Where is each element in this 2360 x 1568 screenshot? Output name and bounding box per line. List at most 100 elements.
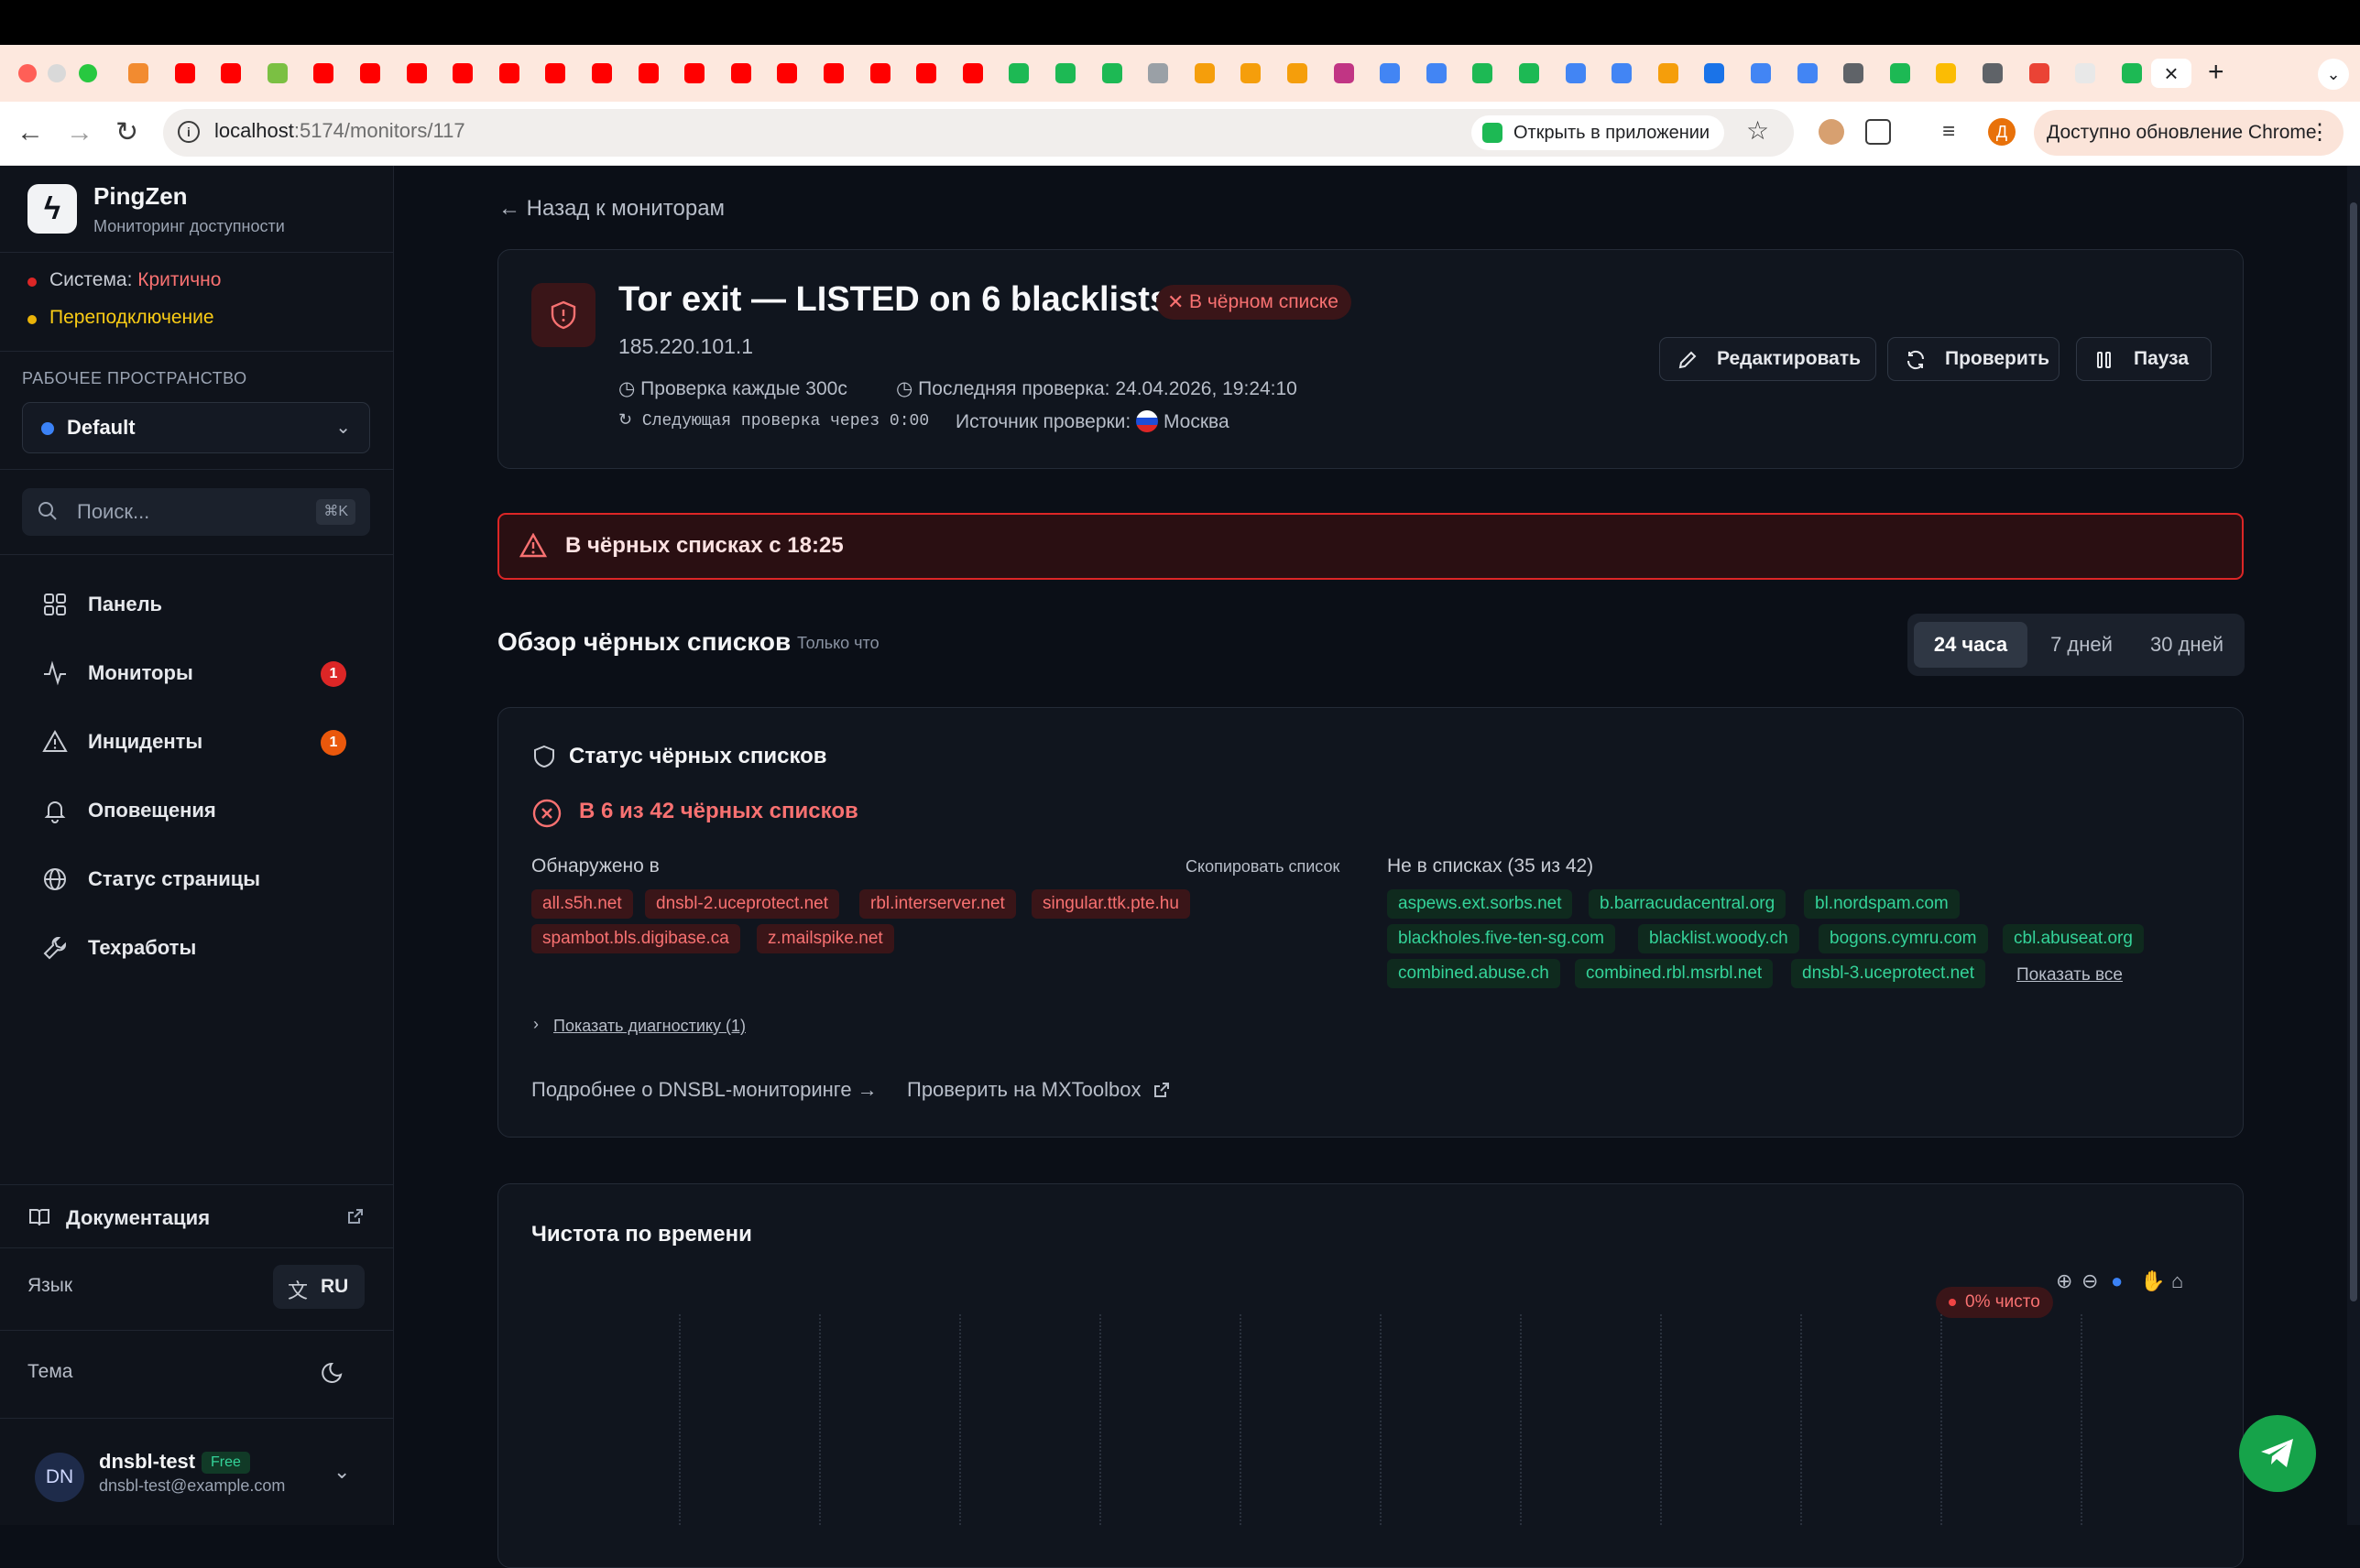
tab-favicon[interactable] [1333, 63, 1354, 83]
pause-button[interactable]: Пауза [2076, 337, 2212, 381]
mxtoolbox-link[interactable]: Проверить на MXToolbox [907, 1078, 1171, 1102]
extension-icon[interactable] [1819, 119, 1844, 145]
workspace-label: РАБОЧЕЕ ПРОСТРАНСТВО [22, 369, 247, 387]
tab-favicon[interactable] [592, 63, 612, 83]
window-close-icon[interactable] [18, 64, 37, 82]
tab-favicon[interactable] [1472, 63, 1493, 83]
tab-favicon[interactable] [1983, 63, 2003, 83]
nav-incidents[interactable]: Инциденты 1 [27, 716, 366, 768]
tab-favicon[interactable] [406, 63, 427, 83]
dnsbl-learn-more-link[interactable]: Подробнее о DNSBL-мониторинге → [531, 1078, 878, 1102]
nav-monitors[interactable]: Мониторы 1 [27, 648, 366, 699]
tab-favicon[interactable] [1009, 63, 1030, 83]
tab-favicon[interactable] [824, 63, 844, 83]
tab-favicon[interactable] [1751, 63, 1771, 83]
user-email: dnsbl-test@example.com [99, 1476, 286, 1495]
language-button[interactable]: 文 RU [273, 1265, 365, 1309]
tab-favicon[interactable] [1380, 63, 1401, 83]
tab-favicon[interactable] [2121, 63, 2142, 83]
search-input[interactable]: Поиск... ⌘K [22, 488, 370, 536]
back-link[interactable]: ← Назад к мониторам [498, 196, 725, 222]
back-icon[interactable]: ← [16, 116, 44, 149]
site-info-icon[interactable]: i [178, 121, 200, 143]
range-7d[interactable]: 7 дней [2033, 622, 2130, 668]
tab-favicon[interactable] [1843, 63, 1864, 83]
incidents-badge: 1 [321, 730, 346, 756]
tab-favicon[interactable] [267, 63, 288, 83]
not-listed-label: Не в списках (35 из 42) [1387, 855, 1594, 877]
check-button[interactable]: Проверить [1887, 337, 2060, 381]
copy-list-button[interactable]: Скопировать список [1185, 857, 1339, 877]
tab-favicon[interactable] [730, 63, 751, 83]
tab-favicon[interactable] [360, 63, 380, 83]
chevron-right-icon[interactable]: › [533, 1015, 539, 1034]
tab-favicon[interactable] [174, 63, 195, 83]
pan-hand-icon[interactable]: ✋ [2140, 1269, 2165, 1293]
tab-favicon[interactable] [221, 63, 242, 83]
extensions-puzzle-icon[interactable] [1865, 119, 1891, 145]
tab-favicon[interactable] [2028, 63, 2049, 83]
nav-notifications[interactable]: Оповещения [27, 785, 366, 836]
tab-favicon[interactable] [1055, 63, 1076, 83]
tab-favicon[interactable] [1612, 63, 1633, 83]
tab-favicon[interactable] [1194, 63, 1215, 83]
chevron-down-icon[interactable]: ⌄ [333, 1460, 350, 1484]
tab-favicon[interactable] [498, 63, 519, 83]
show-diagnostics-link[interactable]: Показать диагностику (1) [553, 1017, 746, 1036]
reset-home-icon[interactable]: ⌂ [2171, 1269, 2183, 1293]
window-maximize-icon[interactable] [79, 64, 97, 82]
telegram-chat-button[interactable] [2239, 1415, 2316, 1492]
show-all-link[interactable]: Показать все [2016, 965, 2123, 985]
tab-favicon[interactable] [1287, 63, 1307, 83]
tab-favicon[interactable] [1797, 63, 1818, 83]
forward-icon[interactable]: → [66, 116, 93, 149]
nav-status-page[interactable]: Статус страницы [27, 854, 366, 905]
bookmark-star-icon[interactable]: ☆ [1746, 115, 1769, 146]
tab-favicon[interactable] [545, 63, 566, 83]
open-in-app-button[interactable]: Открыть в приложении [1471, 115, 1725, 150]
window-minimize-icon[interactable] [48, 64, 66, 82]
blacklist-alert: В чёрных списках с 18:25 [497, 513, 2244, 580]
tab-favicon[interactable] [1426, 63, 1447, 83]
zoom-out-icon[interactable]: ⊖ [2081, 1269, 2098, 1293]
tab-favicon[interactable] [1889, 63, 1910, 83]
tab-favicon[interactable] [453, 63, 474, 83]
tab-favicon[interactable] [1565, 63, 1586, 83]
moon-icon[interactable] [321, 1358, 348, 1386]
tab-favicon[interactable] [1240, 63, 1262, 83]
tab-favicon[interactable] [128, 63, 148, 83]
tab-favicon[interactable] [916, 63, 937, 83]
tab-favicon[interactable] [313, 63, 334, 83]
tab-favicon[interactable] [1101, 63, 1122, 83]
profile-avatar[interactable]: Д [1988, 118, 2016, 146]
media-controls-icon[interactable]: ≡ [1942, 119, 1968, 145]
nav-maintenance[interactable]: Техработы [27, 922, 366, 974]
url-text[interactable]: localhost:5174/monitors/117 [214, 119, 465, 143]
reload-icon[interactable]: ↻ [115, 116, 138, 149]
zoom-in-icon[interactable]: ⊕ [2056, 1269, 2072, 1293]
workspace-select[interactable]: Default ⌄ [22, 402, 370, 453]
tab-favicon[interactable] [638, 63, 659, 83]
tab-favicon[interactable] [1148, 63, 1169, 83]
tab-favicon[interactable] [962, 63, 983, 83]
tab-close-icon[interactable]: × [2151, 59, 2191, 88]
tab-favicon[interactable] [1519, 63, 1539, 83]
tab-favicon[interactable] [1936, 63, 1957, 83]
new-tab-icon[interactable]: + [2208, 57, 2224, 88]
range-30d[interactable]: 30 дней [2136, 622, 2237, 668]
tab-favicon[interactable] [869, 63, 890, 83]
tab-favicon[interactable] [2075, 63, 2096, 83]
tab-search-icon[interactable]: ⌄ [2318, 59, 2349, 90]
tab-favicon[interactable] [1657, 63, 1678, 83]
zoom-select-icon[interactable]: ● [2111, 1269, 2123, 1293]
tab-favicon[interactable] [684, 63, 705, 83]
tab-favicon[interactable] [777, 63, 798, 83]
edit-button[interactable]: Редактировать [1659, 337, 1876, 381]
chrome-update-button[interactable]: Доступно обновление Chrome ⋮ [2034, 110, 2344, 156]
page-scrollbar[interactable] [2347, 166, 2360, 1525]
range-24h[interactable]: 24 часа [1914, 622, 2027, 668]
nav-dashboard[interactable]: Панель [27, 579, 366, 630]
avatar[interactable]: DN [35, 1453, 84, 1502]
tab-favicon[interactable] [1704, 63, 1725, 83]
tab-strip [0, 45, 2360, 102]
